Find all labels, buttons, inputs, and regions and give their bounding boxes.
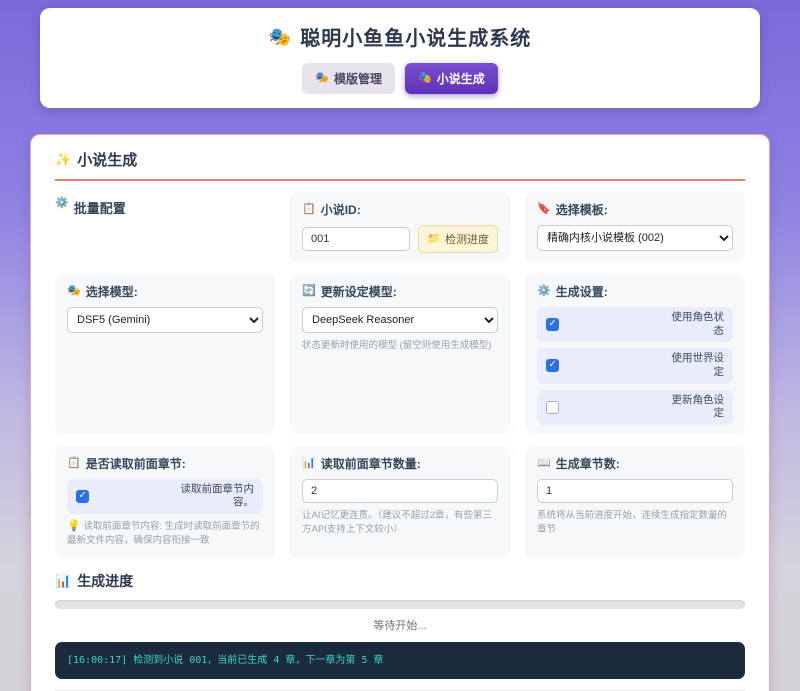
section-title-text: 小说生成 [77, 149, 137, 170]
book-icon: 📖 [537, 458, 551, 469]
chapter-count-hint: 系统将从当前进度开始，连续生成指定数量的章节 [537, 509, 733, 538]
read-prev-row: 读取前面章节内容。 [67, 479, 263, 514]
folder-icon: 📁 [427, 234, 441, 245]
tab-label: 小说生成 [437, 70, 485, 87]
setting-label: 使用角色状态 [668, 311, 724, 338]
progress-bar [55, 600, 745, 609]
section-title: ✨ 小说生成 [55, 149, 745, 181]
tab-novel-generate[interactable]: 🎭 小说生成 [405, 63, 498, 94]
setting-row-world-setting: 使用世界设定 [537, 348, 733, 383]
chart-icon: 📊 [302, 458, 316, 469]
page-title: 🎭 聪明小鱼鱼小说生成系统 [50, 22, 750, 51]
use-world-setting-checkbox[interactable] [546, 359, 559, 372]
actions-divider [55, 690, 745, 691]
progress-section-title: 📊 生成进度 [55, 571, 745, 591]
gear-icon: ⚙️ [55, 198, 69, 209]
main-tabs: 🎭 模版管理 🎭 小说生成 [50, 63, 750, 94]
check-progress-button[interactable]: 📁 检测进度 [418, 225, 498, 253]
chapter-count-panel: 📖 生成章节数: 系统将从当前进度开始，连续生成指定数量的章节 [525, 446, 745, 558]
setting-row-char-state: 使用角色状态 [537, 307, 733, 342]
refresh-icon: 🔄 [302, 286, 316, 297]
read-prev-hint: 💡 读取前面章节内容: 生成时读取前面章节的最新文件内容，确保内容衔接一致 [67, 520, 263, 549]
novel-id-input[interactable] [302, 227, 410, 251]
read-prev-panel: 📋 是否读取前面章节: 读取前面章节内容。 💡 读取前面章节内容: 生成时读取前… [55, 446, 275, 558]
chapter-count-label: 📖 生成章节数: [537, 455, 733, 472]
log-line: [16:00:17] 检测到小说 001，当前已生成 4 章，下一章为第 5 章 [67, 653, 733, 668]
update-model-label: 🔄 更新设定模型: [302, 283, 498, 300]
clipboard-icon: 📋 [67, 458, 81, 469]
setting-label: 使用世界设定 [668, 352, 724, 379]
setting-row-update-char: 更新角色设定 [537, 390, 733, 425]
novel-generate-card: ✨ 小说生成 ⚙️ 批量配置 📋 小说ID: 📁 检测进度 🔖 [30, 134, 770, 691]
use-char-state-checkbox[interactable] [546, 318, 559, 331]
config-grid: ⚙️ 批量配置 📋 小说ID: 📁 检测进度 🔖 选择模板: 精确 [55, 192, 745, 558]
batch-config-label: ⚙️ 批量配置 [55, 192, 275, 262]
update-model-select[interactable]: DeepSeek Reasoner [302, 307, 498, 333]
progress-status: 等待开始... [55, 617, 745, 633]
template-select[interactable]: 精确内核小说模板 (002) [537, 225, 733, 251]
app-header: 🎭 聪明小鱼鱼小说生成系统 🎭 模版管理 🎭 小说生成 [40, 8, 760, 108]
read-count-label: 📊 读取前面章节数量: [302, 455, 498, 472]
template-select-label: 🔖 选择模板: [537, 201, 733, 218]
masks-icon: 🎭 [418, 73, 432, 84]
novel-id-panel: 📋 小说ID: 📁 检测进度 [290, 192, 510, 262]
update-model-panel: 🔄 更新设定模型: DeepSeek Reasoner 状态更新时使用的模型 (… [290, 274, 510, 434]
update-char-setting-checkbox[interactable] [546, 401, 559, 414]
model-select-panel: 🎭 选择模型: DSF5 (Gemini) [55, 274, 275, 434]
tab-label: 模版管理 [334, 70, 382, 87]
bulb-icon: 💡 [67, 520, 81, 532]
masks-icon: 🎭 [67, 286, 81, 297]
read-count-panel: 📊 读取前面章节数量: 让AI记忆更连贯。（建议不超过2章，有些第三方API支持… [290, 446, 510, 558]
read-count-hint: 让AI记忆更连贯。（建议不超过2章，有些第三方API支持上下文较小） [302, 509, 498, 538]
gear-icon: ⚙️ [537, 286, 551, 297]
template-select-panel: 🔖 选择模板: 精确内核小说模板 (002) [525, 192, 745, 262]
tab-template-manage[interactable]: 🎭 模版管理 [302, 63, 395, 94]
bookmark-icon: 🔖 [537, 204, 551, 215]
read-prev-checkbox[interactable] [76, 490, 89, 503]
update-model-hint: 状态更新时使用的模型 (留空则使用生成模型) [302, 339, 498, 353]
chart-icon: 📊 [55, 574, 71, 587]
log-console: [16:00:17] 检测到小说 001，当前已生成 4 章，下一章为第 5 章 [55, 642, 745, 679]
app-title-text: 聪明小鱼鱼小说生成系统 [300, 22, 531, 51]
read-prev-label: 📋 是否读取前面章节: [67, 455, 263, 472]
masks-icon: 🎭 [269, 28, 292, 46]
read-prev-option-label: 读取前面章节内容。 [170, 483, 254, 510]
clipboard-icon: 📋 [302, 204, 316, 215]
read-count-input[interactable] [302, 479, 498, 503]
model-select-label: 🎭 选择模型: [67, 283, 263, 300]
gen-settings-label: ⚙️ 生成设置: [537, 283, 733, 300]
gen-settings-panel: ⚙️ 生成设置: 使用角色状态 使用世界设定 更新角色设定 [525, 274, 745, 434]
setting-label: 更新角色设定 [668, 394, 724, 421]
masks-icon: 🎭 [315, 73, 329, 84]
model-select[interactable]: DSF5 (Gemini) [67, 307, 263, 333]
sparkles-icon: ✨ [55, 153, 71, 166]
chapter-count-input[interactable] [537, 479, 733, 503]
novel-id-label: 📋 小说ID: [302, 201, 498, 218]
novel-id-row: 📁 检测进度 [302, 225, 498, 253]
